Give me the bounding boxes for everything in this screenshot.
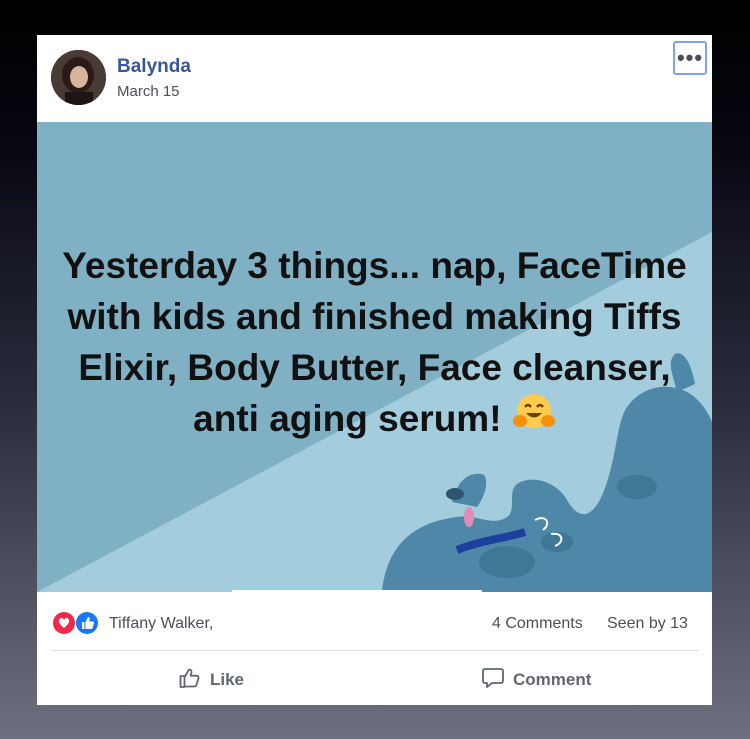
seen-count[interactable]: Seen by 13 xyxy=(607,615,688,633)
banner-gap xyxy=(232,590,482,594)
post-card: Balynda March 15 ••• Yesterday 3 things.… xyxy=(37,35,712,705)
avatar[interactable] xyxy=(51,50,106,105)
more-options-button[interactable]: ••• xyxy=(673,41,707,75)
comment-button[interactable]: Comment xyxy=(481,665,591,695)
divider xyxy=(51,650,698,651)
banner-message: Yesterday 3 things... nap, FaceTime with… xyxy=(62,245,687,439)
post-stats: Tiffany Walker, 4 Comments Seen by 13 xyxy=(37,604,712,644)
thumbs-up-icon xyxy=(178,666,202,695)
like-label: Like xyxy=(210,670,245,689)
comments-count[interactable]: 4 Comments xyxy=(492,615,583,633)
post-header: Balynda March 15 ••• xyxy=(37,35,712,122)
banner-text: Yesterday 3 things... nap, FaceTime with… xyxy=(57,240,692,444)
hugging-face-emoji-icon xyxy=(512,391,556,444)
reaction-icons[interactable] xyxy=(51,610,107,636)
reactor-names[interactable]: Tiffany Walker, xyxy=(109,615,213,633)
comment-icon xyxy=(481,666,505,695)
comment-label: Comment xyxy=(513,670,592,689)
author-name[interactable]: Balynda xyxy=(117,56,191,78)
post-banner: Yesterday 3 things... nap, FaceTime with… xyxy=(37,122,712,592)
like-button[interactable]: Like xyxy=(178,665,244,695)
post-date[interactable]: March 15 xyxy=(117,83,180,100)
